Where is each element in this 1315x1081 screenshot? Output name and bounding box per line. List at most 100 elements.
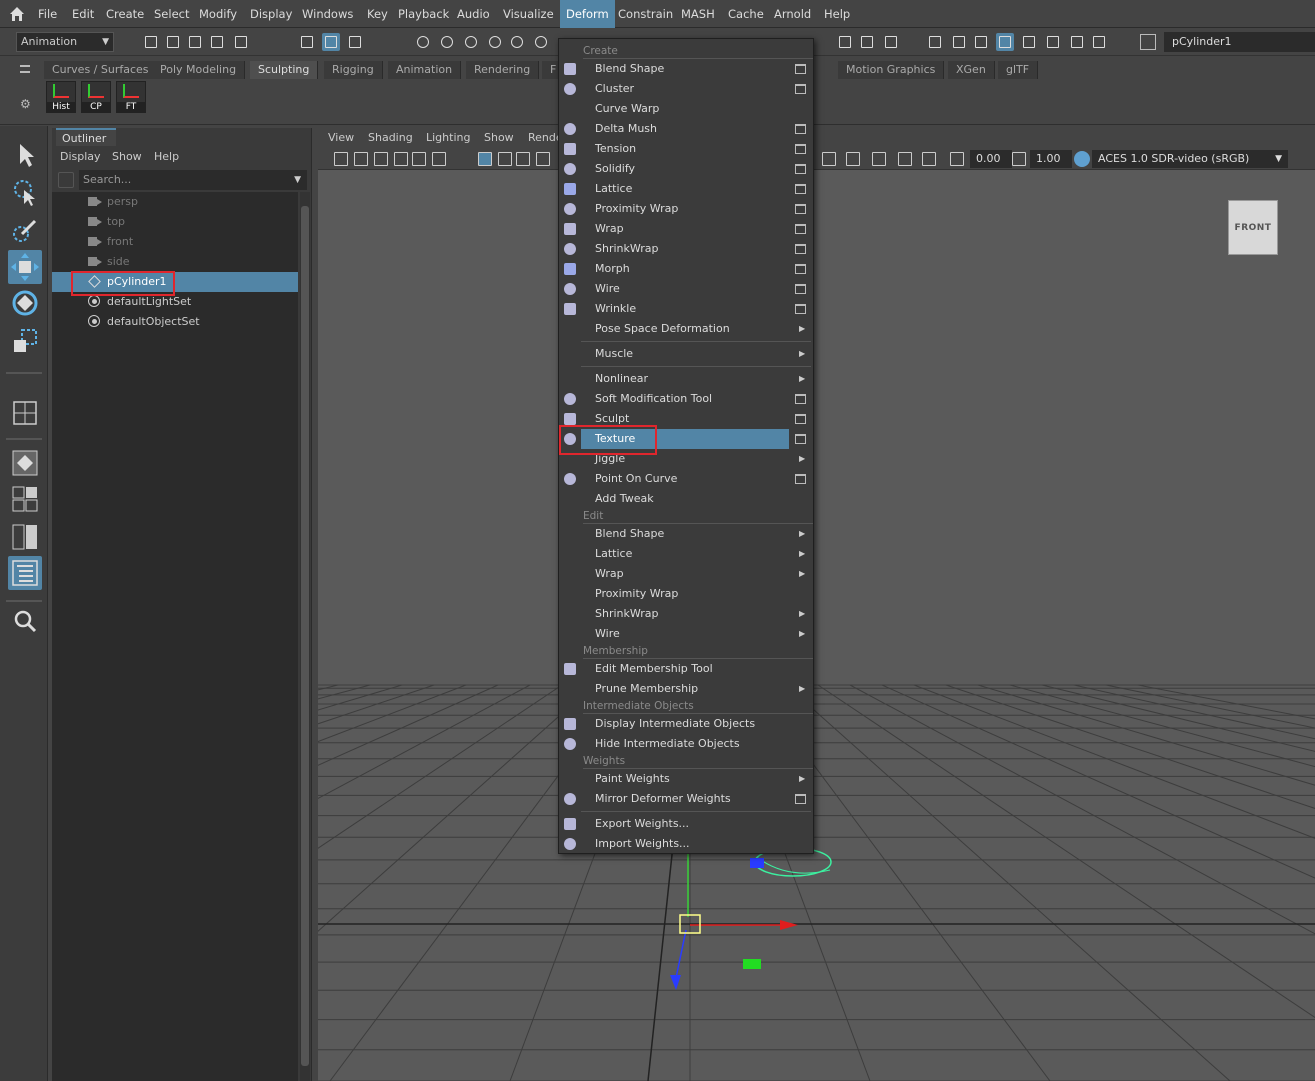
option-box-icon[interactable] [795, 224, 806, 234]
menu-create[interactable]: Create [104, 0, 146, 28]
menu-item-delta-mush[interactable]: Delta Mush [581, 119, 789, 139]
filter-icon[interactable] [58, 172, 74, 188]
menu-key[interactable]: Key [365, 0, 390, 28]
viewport-menu-show[interactable]: Show [484, 128, 514, 148]
outliner-item[interactable]: front [52, 232, 298, 252]
option-box-icon[interactable] [795, 204, 806, 214]
option-box-icon[interactable] [795, 144, 806, 154]
menu-item-display-intermediate-objects[interactable]: Display Intermediate Objects [581, 714, 789, 734]
outliner-tab[interactable]: Outliner [56, 128, 116, 146]
shelf-tab-poly-modeling[interactable]: Poly Modeling [152, 61, 246, 79]
option-box-icon[interactable] [795, 794, 806, 804]
image-plane-icon[interactable] [394, 152, 408, 166]
menu-item-morph[interactable]: Morph [581, 259, 789, 279]
menu-mash[interactable]: MASH [679, 0, 717, 28]
menu-cache[interactable]: Cache [726, 0, 766, 28]
menu-item-blend-shape[interactable]: Blend Shape [581, 524, 789, 544]
chevron-down-icon[interactable]: ▼ [294, 170, 301, 190]
outliner-menu-display[interactable]: Display [60, 148, 101, 166]
option-box-icon[interactable] [795, 184, 806, 194]
resolution-gate-icon[interactable] [516, 152, 530, 166]
shelf-tab-animation[interactable]: Animation [388, 61, 462, 79]
menu-item-nonlinear[interactable]: Nonlinear [581, 369, 789, 389]
lasso-tool-icon[interactable] [8, 176, 42, 210]
menu-deform[interactable]: Deform [560, 0, 615, 28]
gamma-icon[interactable] [1012, 152, 1026, 166]
snap-curve-icon[interactable] [438, 33, 456, 51]
menu-item-add-tweak[interactable]: Add Tweak [581, 489, 789, 509]
menu-set-selector[interactable]: Animation ▼ [16, 32, 114, 52]
menu-item-wire[interactable]: Wire [581, 279, 789, 299]
menu-item-mirror-deformer-weights[interactable]: Mirror Deformer Weights [581, 789, 789, 809]
shelf-tab-curves-surfaces[interactable]: Curves / Surfaces [44, 61, 158, 79]
shelf-menu-icon[interactable] [20, 65, 30, 73]
gear-icon[interactable]: ⚙ [20, 97, 31, 111]
gate-mask-icon[interactable] [536, 152, 550, 166]
search-icon[interactable] [8, 604, 42, 638]
select-hierarchy-icon[interactable] [298, 33, 316, 51]
menu-visualize[interactable]: Visualize [501, 0, 556, 28]
menu-modify[interactable]: Modify [197, 0, 239, 28]
shelf-tab-rigging[interactable]: Rigging [324, 61, 383, 79]
input-mode-icon[interactable] [1140, 34, 1156, 50]
xray-icon[interactable] [822, 152, 836, 166]
menu-item-shrinkwrap[interactable]: ShrinkWrap [581, 604, 789, 624]
menu-item-soft-modification-tool[interactable]: Soft Modification Tool [581, 389, 789, 409]
viewport-scene[interactable] [318, 170, 1315, 1081]
color-management-icon[interactable] [1074, 151, 1090, 167]
outliner-search-input[interactable]: Search... ▼ [79, 170, 307, 190]
menu-item-prune-membership[interactable]: Prune Membership [581, 679, 789, 699]
viewport-menu-shading[interactable]: Shading [368, 128, 413, 148]
menu-item-wrap[interactable]: Wrap [581, 564, 789, 584]
two-pane-layout-icon[interactable] [8, 520, 42, 554]
snap-surface-icon[interactable] [508, 33, 526, 51]
ipr-icon[interactable] [882, 33, 900, 51]
film-gate-icon[interactable] [498, 152, 512, 166]
menu-item-lattice[interactable]: Lattice [581, 179, 789, 199]
viewport-menu-lighting[interactable]: Lighting [426, 128, 470, 148]
outliner-scrollbar[interactable] [300, 192, 310, 1081]
hypershade-icon[interactable] [950, 33, 968, 51]
menu-item-cluster[interactable]: Cluster [581, 79, 789, 99]
select-object-icon[interactable] [322, 33, 340, 51]
viewport-menu-view[interactable]: View [328, 128, 354, 148]
outliner-menu-help[interactable]: Help [154, 148, 179, 166]
option-box-icon[interactable] [795, 84, 806, 94]
shelf-tab-sculpting[interactable]: Sculpting [250, 61, 319, 79]
exposure-field[interactable]: 0.00 [970, 150, 1012, 168]
color-transform-select[interactable]: ACES 1.0 SDR-video (sRGB) ▼ [1092, 150, 1288, 168]
menu-arnold[interactable]: Arnold [772, 0, 813, 28]
four-pane-layout-icon[interactable] [8, 482, 42, 516]
menu-item-wire[interactable]: Wire [581, 624, 789, 644]
snap-point-icon[interactable] [462, 33, 480, 51]
shelf-tab-xgen[interactable]: XGen [948, 61, 995, 79]
menu-item-wrinkle[interactable]: Wrinkle [581, 299, 789, 319]
option-box-icon[interactable] [795, 284, 806, 294]
menu-select[interactable]: Select [152, 0, 191, 28]
menu-file[interactable]: File [36, 0, 59, 28]
persp-layout-icon[interactable] [8, 446, 42, 480]
menu-item-blend-shape[interactable]: Blend Shape [581, 59, 789, 79]
option-box-icon[interactable] [795, 164, 806, 174]
menu-item-pose-space-deformation[interactable]: Pose Space Deformation [581, 319, 789, 339]
snap-projected-icon[interactable] [486, 33, 504, 51]
option-box-icon[interactable] [795, 394, 806, 404]
camera-select-icon[interactable] [334, 152, 348, 166]
menu-edit[interactable]: Edit [70, 0, 96, 28]
open-scene-icon[interactable] [164, 33, 182, 51]
option-box-icon[interactable] [795, 434, 806, 444]
select-tool-icon[interactable] [8, 138, 42, 172]
outliner-item[interactable]: defaultObjectSet [52, 312, 298, 332]
2d-pan-icon[interactable] [412, 152, 426, 166]
home-icon[interactable] [8, 5, 26, 23]
snap-grid-icon[interactable] [414, 33, 432, 51]
xgen-icon[interactable] [1068, 33, 1086, 51]
exposure-icon[interactable] [950, 152, 964, 166]
shelf-button-cp[interactable]: CP [81, 81, 111, 113]
option-box-icon[interactable] [795, 414, 806, 424]
menu-item-proximity-wrap[interactable]: Proximity Wrap [581, 199, 789, 219]
bookmark-icon[interactable] [374, 152, 388, 166]
paint-select-tool-icon[interactable] [8, 214, 42, 248]
shelf-tab-rendering[interactable]: Rendering [466, 61, 540, 79]
object-name-field[interactable]: pCylinder1 [1164, 32, 1315, 52]
